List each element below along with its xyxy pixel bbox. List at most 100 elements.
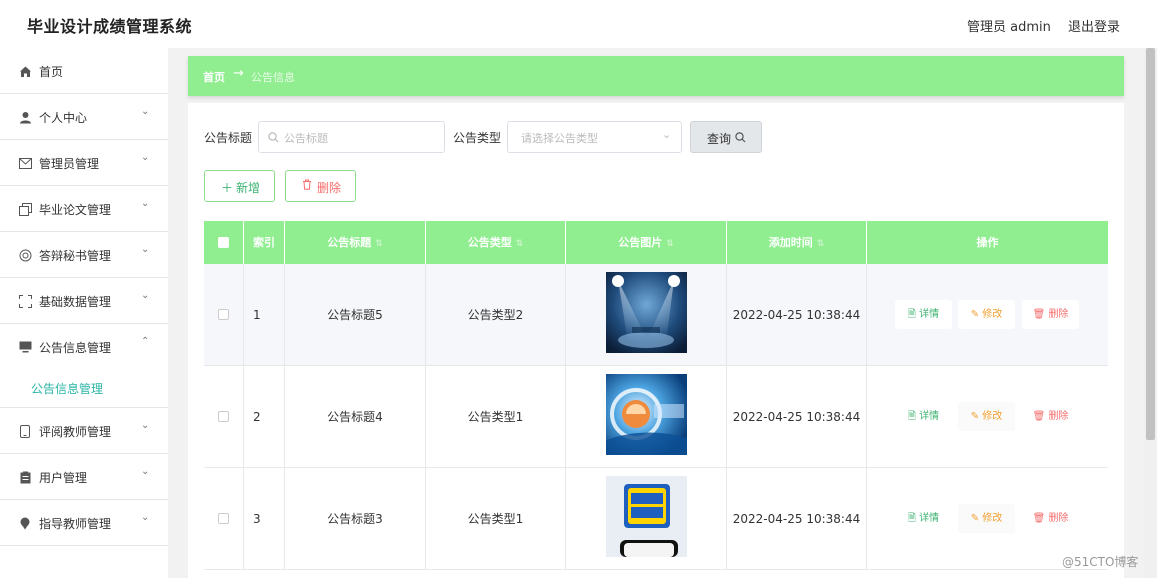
delete-button[interactable]: 🗑 删除 <box>1022 504 1079 533</box>
type-filter-label: 公告类型 <box>453 131 502 145</box>
circle-icon <box>18 248 32 262</box>
document-icon: 🗎 <box>907 411 920 422</box>
edit-button[interactable]: ✎ 修改 <box>958 504 1015 533</box>
edit-label: 修改 <box>982 513 1003 524</box>
column-header-image[interactable]: 公告图片 ⇅ <box>566 221 727 264</box>
chevron-down-icon: ⌄ <box>141 290 150 301</box>
sidebar-item-advisor-teacher[interactable]: 指导教师管理 ⌄ <box>0 500 168 546</box>
blue-news-globe-image[interactable] <box>606 374 687 455</box>
sidebar-item-home[interactable]: 首页 <box>0 48 168 94</box>
type-select[interactable]: 请选择公告类型 ⌄ <box>507 121 682 153</box>
chevron-down-icon: ⌄ <box>141 152 150 163</box>
user-icon <box>18 110 32 124</box>
chevron-down-icon: ⌄ <box>141 198 150 209</box>
title-search-input[interactable]: 公告标题 <box>258 121 445 153</box>
detail-button[interactable]: 🗎 详情 <box>895 504 952 533</box>
sort-icon: ⇅ <box>375 239 383 249</box>
sidebar-item-personal-center[interactable]: 个人中心 ⌄ <box>0 94 168 140</box>
column-header-label: 索引 <box>253 236 275 249</box>
query-button-label: 查询 <box>707 132 732 146</box>
sidebar-item-user-management[interactable]: 用户管理 ⌄ <box>0 454 168 500</box>
title-filter-label: 公告标题 <box>204 131 253 145</box>
delete-button[interactable]: 🗑 删除 <box>1022 300 1079 329</box>
select-all-checkbox[interactable] <box>218 237 229 248</box>
pencil-icon: ✎ <box>970 513 983 524</box>
row-select-cell <box>204 468 244 570</box>
breadcrumb-home-link[interactable]: 首页 <box>203 69 225 85</box>
search-icon <box>268 132 279 143</box>
column-header-label: 添加时间 <box>768 236 813 249</box>
delete-label: 删除 <box>1048 513 1069 524</box>
actions-cell: 🗎 详情 ✎ 修改 🗑 删除 <box>867 264 1108 366</box>
search-icon <box>735 132 746 143</box>
edit-button[interactable]: ✎ 修改 <box>958 402 1015 431</box>
sidebar-item-defense-secretary[interactable]: 答辩秘书管理 ⌄ <box>0 232 168 278</box>
image-cell <box>566 264 727 366</box>
logout-link[interactable]: 退出登录 <box>1068 16 1120 35</box>
breadcrumb-current: 公告信息 <box>251 71 295 84</box>
column-header-actions: 操作 <box>867 221 1108 264</box>
plus-icon: ＋ <box>221 181 234 195</box>
delete-button[interactable]: 🗑 删除 <box>1022 402 1079 431</box>
sidebar-item-reviewer-teacher[interactable]: 评阅教师管理 ⌄ <box>0 408 168 454</box>
column-header-label: 公告标题 <box>327 236 372 249</box>
current-user: 管理员 admin <box>967 20 1051 35</box>
row-checkbox[interactable] <box>218 513 229 524</box>
pencil-icon: ✎ <box>970 411 983 422</box>
sidebar-item-admin-management[interactable]: 管理员管理 ⌄ <box>0 140 168 186</box>
sort-icon: ⇅ <box>816 239 825 249</box>
arrow-right-icon: → <box>233 66 244 81</box>
table-row: 3 公告标题3 公告类型1 2022-04-25 10:38:44 🗎 详情 ✎… <box>204 468 1108 570</box>
title-search-placeholder: 公告标题 <box>284 132 328 145</box>
sidebar-item-label: 毕业论文管理 <box>39 203 112 217</box>
chevron-down-icon: ⌄ <box>141 466 150 477</box>
sidebar-item-thesis-management[interactable]: 毕业论文管理 ⌄ <box>0 186 168 232</box>
monitor-icon <box>18 340 32 354</box>
pencil-icon: ✎ <box>970 309 983 320</box>
chevron-down-icon: ⌄ <box>141 106 150 117</box>
sort-icon: ⇅ <box>515 239 524 249</box>
row-select-cell <box>204 264 244 366</box>
top-header: 毕业设计成绩管理系统 管理员 admin 退出登录 <box>0 0 1157 48</box>
column-header-label: 操作 <box>976 236 999 249</box>
document-icon: 🗎 <box>907 513 920 524</box>
time-cell: 2022-04-25 10:38:44 <box>727 468 867 570</box>
column-header-label: 公告类型 <box>467 236 512 249</box>
chevron-up-icon: ⌃ <box>141 336 150 347</box>
hot-news-phone-image[interactable] <box>606 476 687 557</box>
index-cell: 2 <box>244 366 285 468</box>
sidebar-item-label: 管理员管理 <box>39 157 100 171</box>
table-row: 1 公告标题5 公告类型2 2022-04-25 10:38:44 🗎 详情 ✎… <box>204 264 1108 366</box>
detail-button[interactable]: 🗎 详情 <box>895 402 952 431</box>
query-button[interactable]: 查询 <box>690 121 762 153</box>
row-checkbox[interactable] <box>218 411 229 422</box>
table-header: 索引 公告标题 ⇅ 公告类型 ⇅ 公告图片 ⇅ 添加时间 ⇅ 操作 <box>204 221 1108 264</box>
sidebar-item-label: 答辩秘书管理 <box>39 249 112 263</box>
type-cell: 公告类型1 <box>426 366 566 468</box>
actions-cell: 🗎 详情 ✎ 修改 🗑 删除 <box>867 366 1108 468</box>
edit-button[interactable]: ✎ 修改 <box>958 300 1015 329</box>
detail-button[interactable]: 🗎 详情 <box>895 300 952 329</box>
detail-label: 详情 <box>919 309 940 320</box>
submenu-item-label: 公告信息管理 <box>31 382 104 396</box>
title-cell: 公告标题3 <box>285 468 426 570</box>
select-all-cell <box>204 221 244 264</box>
row-checkbox[interactable] <box>218 309 229 320</box>
column-header-time[interactable]: 添加时间 ⇅ <box>727 221 867 264</box>
delete-label: 删除 <box>1048 309 1069 320</box>
submenu-item-notice-management[interactable]: 公告信息管理 <box>0 370 168 408</box>
sidebar-item-notice-management[interactable]: 公告信息管理 ⌃ <box>0 324 168 370</box>
type-cell: 公告类型1 <box>426 468 566 570</box>
column-header-title[interactable]: 公告标题 ⇅ <box>285 221 426 264</box>
column-header-index: 索引 <box>244 221 285 264</box>
trash-icon <box>302 179 312 193</box>
page-scrollbar-thumb[interactable] <box>1146 48 1155 440</box>
sidebar-item-base-data[interactable]: 基础数据管理 ⌄ <box>0 278 168 324</box>
sidebar: 首页 个人中心 ⌄ 管理员管理 ⌄ 毕业论文管理 ⌄ 答辩秘书管理 ⌄ 基础数据… <box>0 48 168 578</box>
delete-label: 删除 <box>1048 411 1069 422</box>
add-button[interactable]: ＋ 新增 <box>204 170 275 202</box>
column-header-type[interactable]: 公告类型 ⇅ <box>426 221 566 264</box>
stage-spotlight-news-image[interactable] <box>606 272 687 353</box>
type-select-placeholder: 请选择公告类型 <box>521 132 598 145</box>
batch-delete-button[interactable]: 删除 <box>285 170 356 202</box>
